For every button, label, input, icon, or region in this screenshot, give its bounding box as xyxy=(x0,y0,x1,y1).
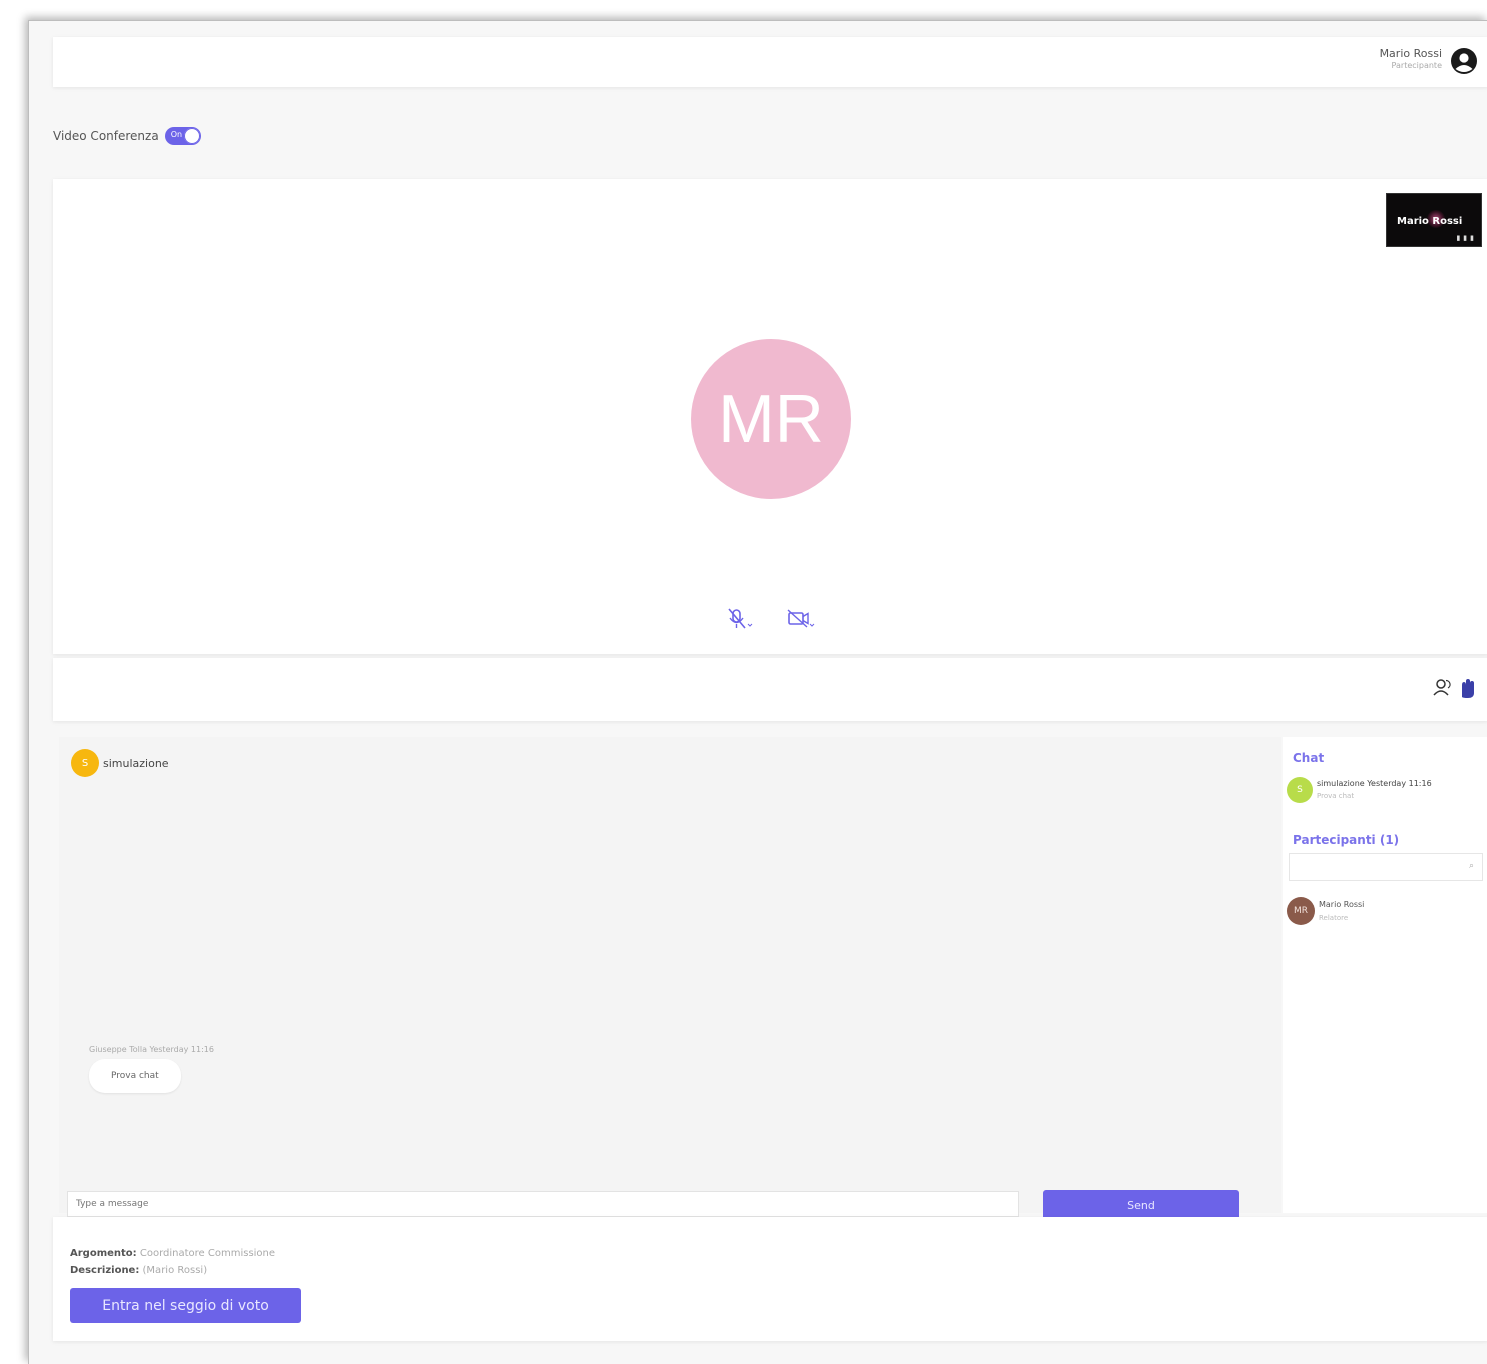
video-conference-label: Video Conferenza xyxy=(53,129,159,143)
mic-muted-icon[interactable] xyxy=(725,607,755,631)
thumbnail-name: Mario Rossi xyxy=(1397,216,1463,227)
user-role: Partecipante xyxy=(1391,61,1442,70)
raise-hand-icon[interactable] xyxy=(1456,676,1478,700)
room-name: simulazione xyxy=(103,757,169,770)
toggle-text: On xyxy=(170,130,183,139)
user-info: Mario Rossi Partecipante xyxy=(1380,47,1442,70)
video-conference-row: Video Conferenza On xyxy=(53,127,201,145)
chat-item-preview: Prova chat xyxy=(1317,792,1355,800)
toggle-knob xyxy=(183,128,200,144)
self-video-thumbnail[interactable]: Mario Rossi ▮▮▮ xyxy=(1386,193,1482,247)
participant-list-status: Relatore xyxy=(1319,914,1349,922)
chat-item-title[interactable]: simulazione Yesterday 11:16 xyxy=(1317,779,1432,788)
participants-search-input[interactable]: ⌕ xyxy=(1289,853,1483,881)
participant-list-avatar: MR xyxy=(1287,897,1315,925)
room-avatar: S xyxy=(71,749,99,777)
descrizione-label: Descrizione: xyxy=(70,1265,140,1276)
participants-section-title: Partecipanti (1) xyxy=(1293,833,1400,847)
message-meta: Giuseppe Tolla Yesterday 11:16 xyxy=(89,1045,214,1054)
send-button[interactable]: Send xyxy=(1043,1190,1239,1220)
chat-item-avatar[interactable]: S xyxy=(1287,777,1313,803)
participant-avatar: MR xyxy=(691,339,851,499)
participants-icon[interactable] xyxy=(1432,676,1454,700)
descrizione-value: (Mario Rossi) xyxy=(142,1265,208,1276)
video-stage: Mario Rossi ▮▮▮ MR xyxy=(53,179,1487,654)
argomento-line: Argomento: Coordinatore Commissione xyxy=(70,1248,275,1259)
video-conference-toggle[interactable]: On xyxy=(164,127,201,145)
argomento-label: Argomento: xyxy=(70,1248,137,1259)
search-icon: ⌕ xyxy=(1468,861,1474,871)
top-bar: Mario Rossi Partecipante xyxy=(53,37,1487,87)
user-circle-icon[interactable] xyxy=(1450,47,1478,75)
chat-section-title: Chat xyxy=(1293,751,1325,765)
descrizione-line: Descrizione: (Mario Rossi) xyxy=(70,1265,207,1276)
conference-toolbar xyxy=(53,658,1487,721)
chat-panel: S simulazione Giuseppe Tolla Yesterday 1… xyxy=(59,737,1281,1220)
argomento-value: Coordinatore Commissione xyxy=(139,1248,276,1259)
participant-list-name[interactable]: Mario Rossi xyxy=(1319,900,1364,909)
enter-voting-button[interactable]: Entra nel seggio di voto xyxy=(70,1288,301,1323)
camera-off-icon[interactable] xyxy=(786,607,816,631)
side-panel: Chat S simulazione Yesterday 11:16 Prova… xyxy=(1283,737,1487,1213)
user-name: Mario Rossi xyxy=(1379,47,1442,60)
message-input[interactable] xyxy=(67,1191,1019,1217)
app-window: Mario Rossi Partecipante Video Conferenz… xyxy=(28,20,1487,1364)
session-info: Argomento: Coordinatore Commissione Desc… xyxy=(53,1217,1487,1341)
message-bubble: Prova chat xyxy=(89,1059,181,1093)
thumbnail-status-icons: ▮▮▮ xyxy=(1456,234,1477,242)
